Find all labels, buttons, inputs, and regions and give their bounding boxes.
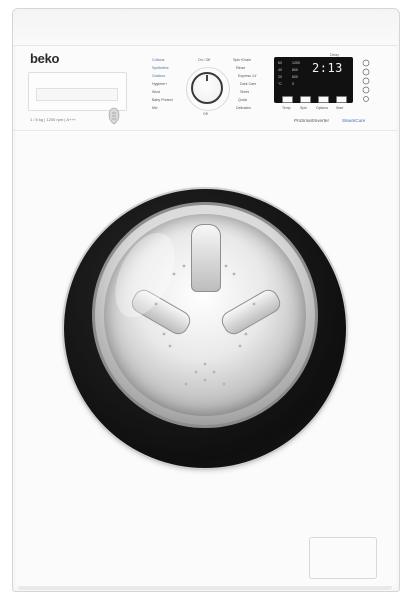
temp-button-label: Temp <box>282 106 291 110</box>
spin-button-label: Spin <box>300 106 308 110</box>
knob-top-label: On / Off <box>198 58 211 62</box>
start-button[interactable] <box>336 96 347 103</box>
program-baby-protect[interactable]: Baby Protect <box>152 98 173 102</box>
program-outdoor[interactable]: Outdoor <box>152 74 165 78</box>
display-spin-0: 0 <box>292 82 294 86</box>
control-panel-divider <box>13 130 397 131</box>
spin-button[interactable] <box>300 96 311 103</box>
drawer-handle[interactable] <box>36 88 118 101</box>
service-hatch[interactable] <box>309 537 377 579</box>
program-cottons[interactable]: Cottons <box>152 58 164 62</box>
program-dark-care[interactable]: Dark Care <box>240 82 256 86</box>
program-express[interactable]: Express 14' <box>238 74 257 78</box>
display-time: 2:13 <box>312 61 343 75</box>
brand-logo: beko <box>30 51 60 66</box>
display-temp-20: 20 <box>278 75 282 79</box>
display-spin-1200: 1200 <box>292 61 300 65</box>
start-button-label: Start <box>336 106 344 110</box>
side-indicator-icons <box>362 59 370 102</box>
spec-label: 1 / 8 kg | 1200 rpm | A+++ <box>30 117 76 122</box>
energy-badge-icon <box>108 107 120 125</box>
program-rinse[interactable]: Rinse <box>236 66 245 70</box>
knob-bottom-label: Off <box>203 112 208 116</box>
program-quick[interactable]: Quick <box>238 98 247 102</box>
program-synthetics[interactable]: Synthetics <box>152 66 169 70</box>
options-button[interactable] <box>318 96 329 103</box>
display-top-label: Delay <box>330 53 339 57</box>
display-temp-40: 40 <box>278 68 282 72</box>
drum-perforation <box>154 264 256 386</box>
temp-button[interactable] <box>282 96 293 103</box>
washing-machine: beko 1 / 8 kg | 1200 rpm | A+++ Cottons … <box>0 0 411 600</box>
program-delicates[interactable]: Delicates <box>236 106 251 110</box>
program-hygiene[interactable]: Hygiene+ <box>152 82 167 86</box>
base-plinth <box>18 586 392 590</box>
top-lid <box>13 9 397 46</box>
display-spin-600: 600 <box>292 75 298 79</box>
program-wool[interactable]: Wool <box>152 90 160 94</box>
knob-indicator <box>206 75 208 81</box>
options-button-label: Options <box>316 106 329 110</box>
display-spin-800: 800 <box>292 68 298 72</box>
display-temp-unit: °C <box>278 82 282 86</box>
program-mix[interactable]: Mix <box>152 106 158 110</box>
inverter-label: ProSmartInverter <box>294 118 329 123</box>
program-spin-drain[interactable]: Spin+Drain <box>233 58 251 62</box>
display-temp-60: 60 <box>278 61 282 65</box>
program-shirts[interactable]: Shirts <box>240 90 249 94</box>
steamcure-label: SteamCure <box>342 118 366 123</box>
